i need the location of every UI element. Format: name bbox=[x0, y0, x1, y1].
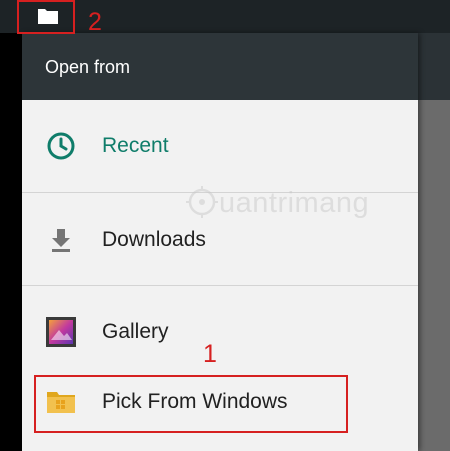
callout-label-1: 1 bbox=[203, 340, 217, 368]
gallery-icon bbox=[46, 317, 76, 347]
drawer-item-gallery[interactable]: Gallery bbox=[22, 301, 418, 363]
callout-label-2: 2 bbox=[88, 8, 102, 36]
drawer-item-label: Gallery bbox=[102, 320, 169, 343]
callout-box-2 bbox=[17, 0, 75, 34]
drawer-item-recent[interactable]: Recent bbox=[22, 115, 418, 177]
callout-box-1 bbox=[34, 375, 348, 433]
watermark-text: uantrimang bbox=[219, 187, 370, 219]
download-icon bbox=[52, 229, 70, 252]
scrim-header-top bbox=[418, 33, 450, 100]
clock-icon bbox=[47, 132, 75, 160]
drawer-header: Open from bbox=[22, 33, 418, 100]
drawer-item-label: Recent bbox=[102, 134, 169, 157]
watermark: uantrimang bbox=[185, 180, 410, 230]
divider bbox=[22, 285, 418, 286]
watermark-logo-icon bbox=[186, 186, 218, 218]
drawer-title: Open from bbox=[45, 57, 131, 77]
drawer-item-label: Downloads bbox=[102, 228, 206, 251]
